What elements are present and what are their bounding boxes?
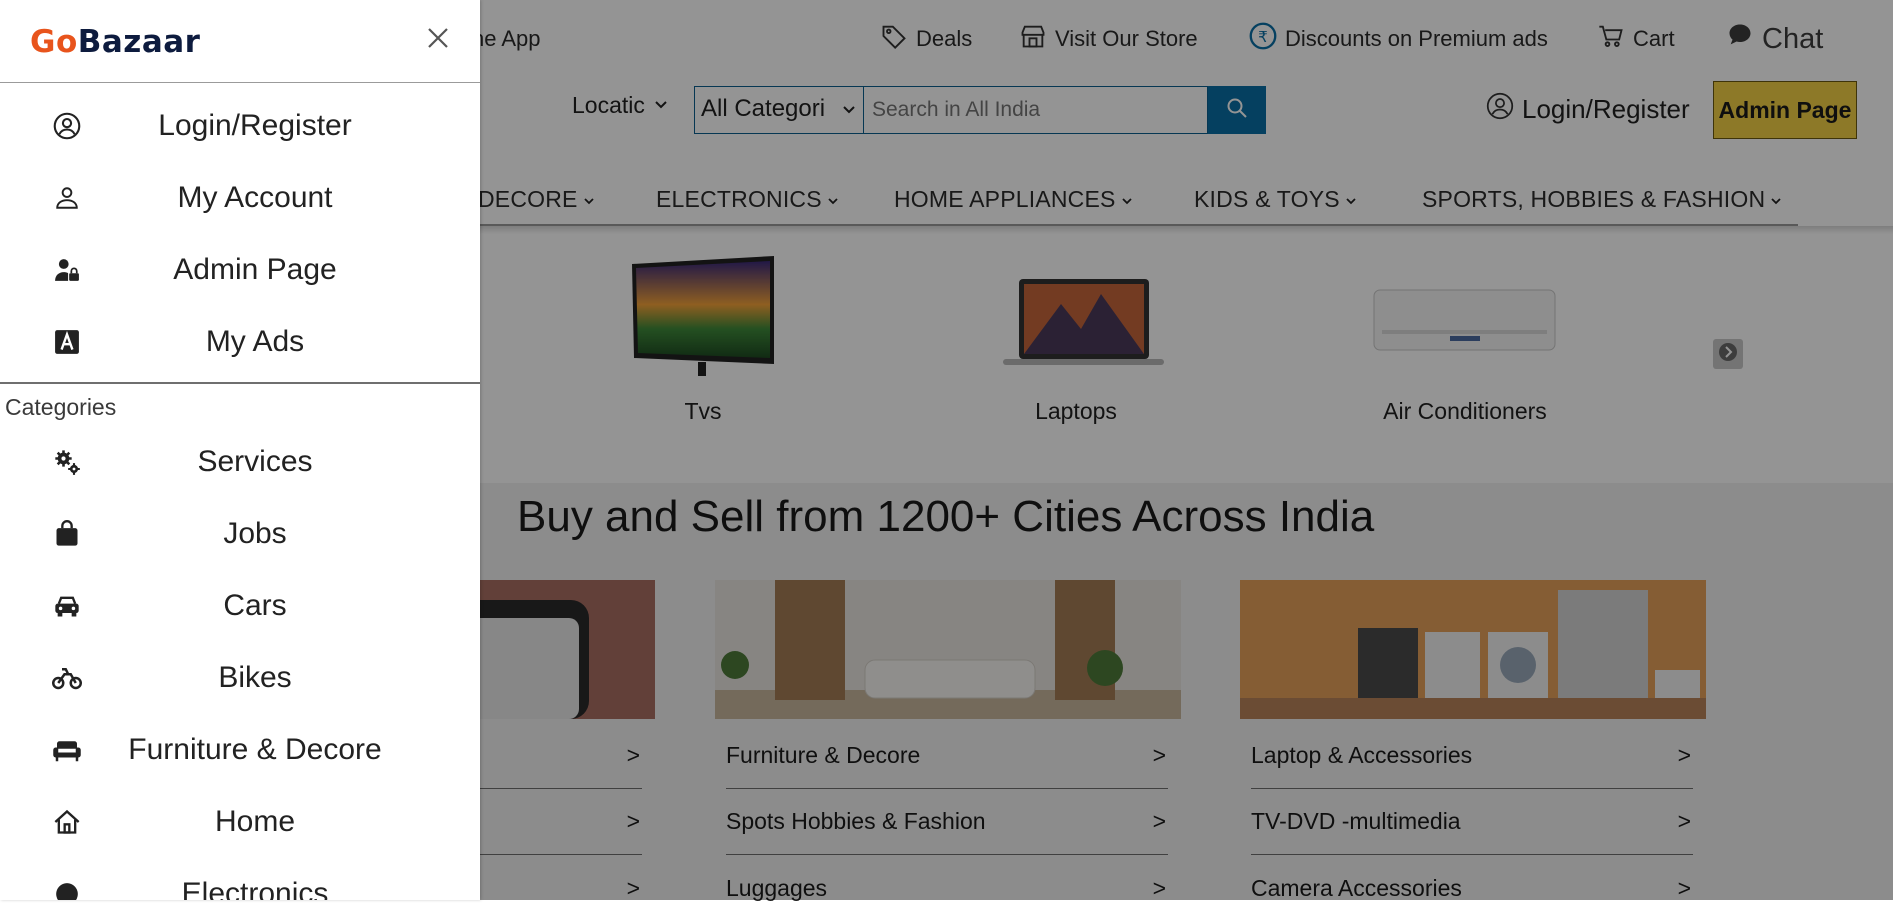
drawer-item-label: My Account (177, 181, 333, 214)
drawer-category-jobs[interactable]: Jobs (0, 498, 480, 570)
drawer-item-label: Cars (223, 589, 287, 622)
drawer-category-electronics[interactable]: Electronics (0, 858, 480, 900)
drawer-item-label: Electronics (181, 877, 329, 900)
drawer-category-cars[interactable]: Cars (0, 570, 480, 642)
logo-bazaar: Bazaar (77, 24, 201, 60)
drawer-item-my-account[interactable]: My Account (0, 162, 480, 234)
drawer-item-label: Home (214, 805, 296, 838)
drawer-category-furniture-decore[interactable]: Furniture & Decore (0, 714, 480, 786)
drawer-item-label: Services (197, 445, 313, 478)
gobazaar-logo[interactable]: GoBazaar (30, 24, 200, 60)
drawer-item-label: Bikes (218, 661, 292, 694)
close-icon (422, 28, 454, 58)
drawer-header: GoBazaar (0, 0, 480, 83)
drawer-divider (0, 382, 480, 384)
drawer-item-label: My Ads (205, 325, 305, 358)
close-drawer-button[interactable] (422, 22, 454, 54)
drawer-item-login-register[interactable]: Login/Register (0, 90, 480, 162)
drawer-category-home[interactable]: Home (0, 786, 480, 858)
drawer-category-services[interactable]: Services (0, 426, 480, 498)
drawer-item-admin-page[interactable]: Admin Page (0, 234, 480, 306)
drawer-category-bikes[interactable]: Bikes (0, 642, 480, 714)
drawer-item-label: Login/Register (158, 109, 352, 142)
side-drawer: GoBazaar Login/Register My Account Admin… (0, 0, 480, 900)
drawer-item-label: Furniture & Decore (128, 733, 382, 766)
logo-go: Go (30, 24, 78, 60)
categories-heading: Categories (5, 394, 117, 420)
drawer-item-label: Jobs (223, 517, 287, 550)
drawer-item-my-ads[interactable]: My Ads (0, 306, 480, 378)
drawer-item-label: Admin Page (173, 253, 337, 286)
